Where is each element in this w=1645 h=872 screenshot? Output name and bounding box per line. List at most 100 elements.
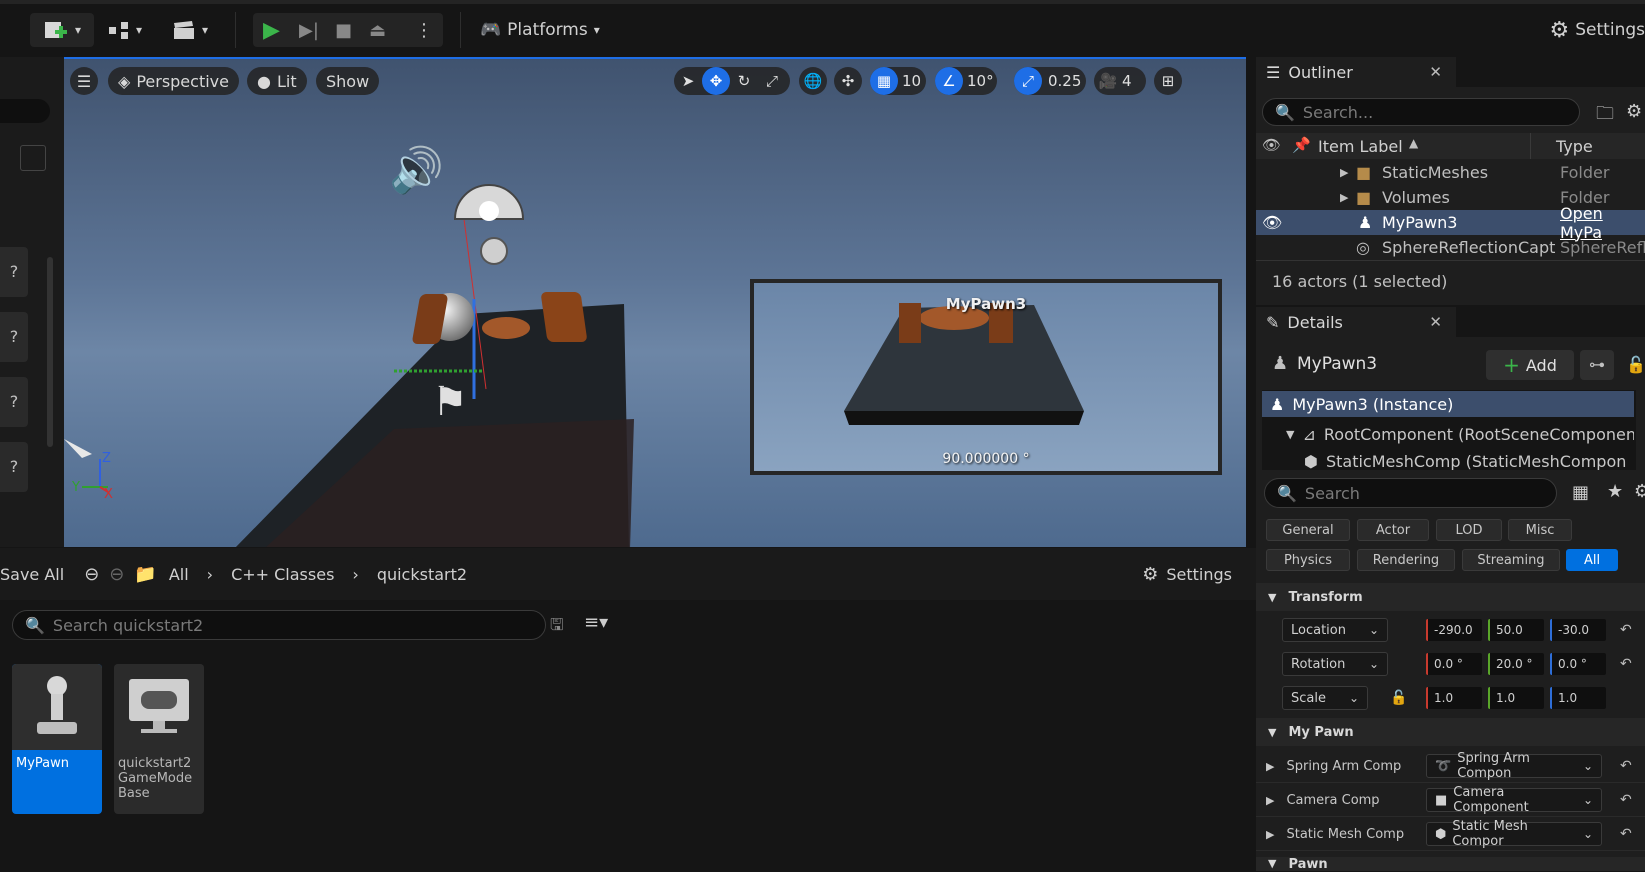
rotation-x-field[interactable]: 0.0 ° <box>1426 653 1482 675</box>
folder-icon[interactable]: 📁 <box>134 564 156 585</box>
add-component-button[interactable]: + Add <box>1486 350 1574 380</box>
rotation-y-field[interactable]: 20.0 ° <box>1488 653 1544 675</box>
reset-icon[interactable]: ↶ <box>1620 656 1632 672</box>
close-icon[interactable]: ✕ <box>1429 313 1442 331</box>
blueprint-hierarchy-button[interactable]: ⊶ <box>1580 350 1614 380</box>
breadcrumb-all[interactable]: All <box>169 565 189 584</box>
expand-arrow-icon[interactable]: ▶ <box>1266 794 1274 807</box>
help-icon[interactable]: ? <box>0 442 28 492</box>
help-icon[interactable]: ? <box>0 377 28 427</box>
outliner-search-input[interactable]: 🔍 Search... <box>1262 98 1580 126</box>
collapse-arrow-icon[interactable]: ▼ <box>1286 428 1294 441</box>
gear-icon[interactable]: ⚙ <box>1626 101 1642 122</box>
world-local-toggle[interactable]: 🌐 <box>799 67 827 95</box>
location-y-field[interactable]: 50.0 <box>1488 619 1544 641</box>
asset-tile-mypawn[interactable]: MyPawn <box>12 664 102 814</box>
asset-tile-gamemode[interactable]: quickstart2 GameMode Base <box>114 664 204 814</box>
expand-arrow-icon[interactable]: ▶ <box>1340 191 1348 204</box>
audio-source-icon[interactable]: 🔊 <box>389 144 444 196</box>
play-icon[interactable]: ▶ <box>263 18 280 43</box>
static-mesh-dropdown[interactable]: ⬢ Static Mesh Compor ⌄ <box>1426 819 1602 849</box>
outliner-row-selected[interactable]: 👁 ♟ MyPawn3 Open MyPa <box>1256 204 1645 242</box>
level-viewport[interactable]: 🔊 ⚑ Z Y X ☰ ◈ Perspective ● Lit Show ➤ ✥… <box>64 57 1246 547</box>
component-row-selected[interactable]: ♟ MyPawn3 (Instance) <box>1262 391 1634 417</box>
camera-speed-control[interactable]: 🎥 4 <box>1094 67 1146 95</box>
visibility-icon[interactable]: 👁 <box>1262 136 1281 154</box>
type-column[interactable]: Type <box>1556 137 1593 156</box>
component-row[interactable]: ⬢ StaticMeshComp (StaticMeshCompon <box>1262 452 1634 470</box>
panel-toggle-icon[interactable] <box>20 145 46 171</box>
visibility-icon[interactable]: 👁 <box>1262 213 1282 232</box>
pawn-section-header[interactable]: ▼ Pawn <box>1256 857 1645 872</box>
create-actor-button[interactable]: ▾ <box>30 13 94 47</box>
transform-section-header[interactable]: ▼ Transform <box>1256 583 1645 611</box>
lock-icon[interactable]: 🔓 <box>1626 355 1645 374</box>
star-icon[interactable]: ★ <box>1607 481 1623 502</box>
spot-light-icon[interactable] <box>449 179 529 269</box>
expand-arrow-icon[interactable]: ▶ <box>1340 166 1348 179</box>
perspective-button[interactable]: ◈ Perspective <box>108 67 239 95</box>
category-general[interactable]: General <box>1266 519 1350 541</box>
rotation-snap-control[interactable]: ∠ 10° <box>935 67 997 95</box>
breadcrumb-quickstart2[interactable]: quickstart2 <box>377 565 467 584</box>
outliner-tab[interactable]: ☰ Outliner ✕ <box>1256 57 1456 87</box>
expand-arrow-icon[interactable]: ▶ <box>1266 828 1274 841</box>
expand-arrow-icon[interactable]: ▶ <box>1266 760 1274 773</box>
grid-snap-control[interactable]: ▦ 10 <box>870 67 926 95</box>
lock-icon[interactable]: 🔓 <box>1390 690 1407 706</box>
move-icon[interactable]: ✥ <box>702 67 730 95</box>
forward-icon[interactable]: ⊖ <box>109 564 124 585</box>
category-actor[interactable]: Actor <box>1357 519 1429 541</box>
stop-icon[interactable]: ■ <box>335 20 352 41</box>
pin-icon[interactable]: 📌 <box>1292 136 1311 154</box>
details-tab[interactable]: ✎ Details ✕ <box>1256 307 1456 337</box>
eject-icon[interactable]: ⏏ <box>369 20 386 41</box>
scale-snap-control[interactable]: ⤢ 0.25 <box>1014 67 1086 95</box>
cinematics-button[interactable]: ▾ <box>165 13 215 47</box>
outliner-row[interactable]: ◎ SphereReflectionCapt SphereRefl <box>1256 235 1645 260</box>
reset-icon[interactable]: ↶ <box>1620 758 1632 774</box>
settings-menu[interactable]: ⚙ Settings <box>1550 14 1645 46</box>
save-search-icon[interactable]: 🖫 <box>550 614 564 641</box>
advance-frame-icon[interactable]: ▶| <box>299 20 319 41</box>
chair-mesh[interactable] <box>540 292 588 342</box>
item-label-column[interactable]: Item Label <box>1318 137 1403 156</box>
content-settings-button[interactable]: Settings <box>1166 565 1232 584</box>
camera-dropdown[interactable]: ■ Camera Component ⌄ <box>1426 785 1602 815</box>
breadcrumb-cpp-classes[interactable]: C++ Classes <box>231 565 334 584</box>
outliner-row[interactable]: ▶ ■ StaticMeshes Folder <box>1256 160 1645 185</box>
reset-icon[interactable]: ↶ <box>1620 622 1632 638</box>
location-x-field[interactable]: -290.0 <box>1426 619 1482 641</box>
close-icon[interactable]: ✕ <box>1429 63 1442 81</box>
modes-search[interactable] <box>0 99 50 123</box>
scale-x-field[interactable]: 1.0 <box>1426 687 1482 709</box>
blueprint-button[interactable]: ▾ <box>100 13 150 47</box>
category-misc[interactable]: Misc <box>1508 519 1572 541</box>
layout-button[interactable]: ⊞ <box>1154 67 1182 95</box>
reset-icon[interactable]: ↶ <box>1620 826 1632 842</box>
show-button[interactable]: Show <box>316 67 380 95</box>
location-dropdown[interactable]: Location ⌄ <box>1282 618 1388 642</box>
scale-dropdown[interactable]: Scale ⌄ <box>1282 686 1368 710</box>
category-lod[interactable]: LOD <box>1436 519 1502 541</box>
reset-icon[interactable]: ↶ <box>1620 792 1632 808</box>
details-search-input[interactable]: 🔍 Search <box>1264 478 1557 508</box>
rotate-icon[interactable]: ↻ <box>730 67 758 95</box>
category-all[interactable]: All <box>1566 549 1618 571</box>
rotation-dropdown[interactable]: Rotation ⌄ <box>1282 652 1388 676</box>
component-row[interactable]: ▼ ⊿ RootComponent (RootSceneComponen <box>1262 421 1634 447</box>
table-mesh[interactable] <box>482 317 530 339</box>
viewport-menu-button[interactable]: ☰ <box>70 67 98 95</box>
content-search-input[interactable]: 🔍 Search quickstart2 <box>12 610 546 640</box>
scale-y-field[interactable]: 1.0 <box>1488 687 1544 709</box>
scale-z-field[interactable]: 1.0 <box>1550 687 1606 709</box>
mypawn-section-header[interactable]: ▼ My Pawn <box>1256 718 1645 746</box>
spring-arm-dropdown[interactable]: ➰ Spring Arm Compon ⌄ <box>1426 751 1602 781</box>
scale-icon[interactable]: ⤢ <box>758 67 786 95</box>
category-rendering[interactable]: Rendering <box>1357 549 1455 571</box>
filter-icon[interactable]: ≡▾ <box>584 612 608 633</box>
help-icon[interactable]: ? <box>0 312 28 362</box>
gear-icon[interactable]: ⚙ <box>1634 481 1645 502</box>
category-streaming[interactable]: Streaming <box>1462 549 1560 571</box>
table-view-icon[interactable]: ▦ <box>1572 482 1589 503</box>
